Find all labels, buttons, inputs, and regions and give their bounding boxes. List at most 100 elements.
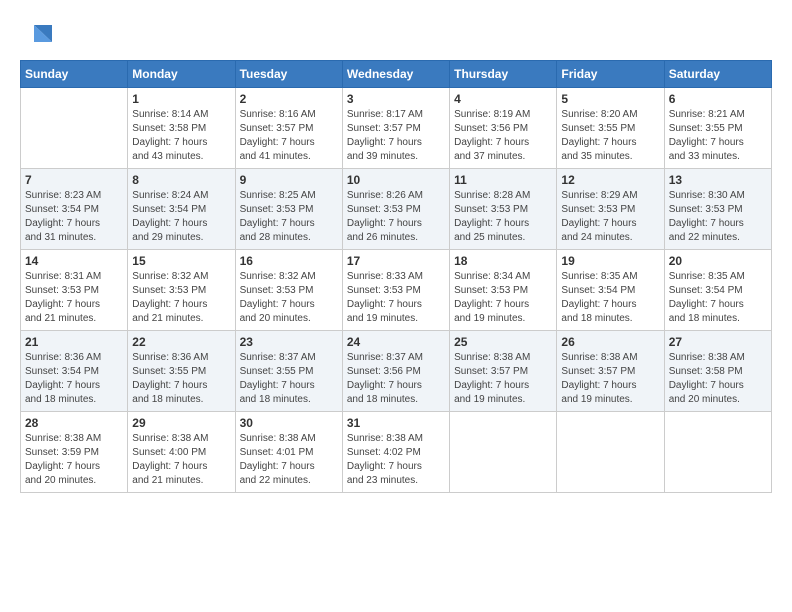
calendar-cell: 15 Sunrise: 8:32 AM Sunset: 3:53 PM Dayli… (128, 250, 235, 331)
calendar-cell: 6Sunrise: 8:21 AM Sunset: 3:55 PM Daylig… (664, 88, 771, 169)
calendar-cell (557, 412, 664, 493)
day-info: Sunrise: 8:26 AM Sunset: 3:53 PM Dayligh… (347, 189, 445, 245)
calendar-cell: 4Sunrise: 8:19 AM Sunset: 3:56 PM Daylig… (450, 88, 557, 169)
day-number: 21 (25, 335, 123, 349)
day-number: 12 (561, 173, 659, 187)
day-number: 18 (454, 254, 552, 268)
day-number: 29 (132, 416, 230, 430)
day-number: 13 (669, 173, 767, 187)
calendar-cell: 7 Sunrise: 8:23 AM Sunset: 3:54 PM Daylig… (21, 169, 128, 250)
day-info: Sunrise: 8:38 AM Sunset: 3:59 PM Dayligh… (25, 432, 123, 488)
day-number: 1 (132, 92, 230, 106)
day-header-wednesday: Wednesday (342, 61, 449, 88)
calendar-cell: 30Sunrise: 8:38 AM Sunset: 4:01 PM Dayli… (235, 412, 342, 493)
day-number: 26 (561, 335, 659, 349)
calendar-cell: 19Sunrise: 8:35 AM Sunset: 3:54 PM Dayli… (557, 250, 664, 331)
day-info: Sunrise: 8:29 AM Sunset: 3:53 PM Dayligh… (561, 189, 659, 245)
day-info: Sunrise: 8:32 AM Sunset: 3:53 PM Dayligh… (132, 270, 230, 326)
day-number: 10 (347, 173, 445, 187)
day-info: Sunrise: 8:38 AM Sunset: 3:57 PM Dayligh… (454, 351, 552, 407)
logo (20, 20, 54, 50)
calendar-cell (450, 412, 557, 493)
day-info: Sunrise: 8:33 AM Sunset: 3:53 PM Dayligh… (347, 270, 445, 326)
day-number: 22 (132, 335, 230, 349)
calendar-cell: 28 Sunrise: 8:38 AM Sunset: 3:59 PM Dayli… (21, 412, 128, 493)
day-info: Sunrise: 8:25 AM Sunset: 3:53 PM Dayligh… (240, 189, 338, 245)
day-number: 8 (132, 173, 230, 187)
day-info: Sunrise: 8:30 AM Sunset: 3:53 PM Dayligh… (669, 189, 767, 245)
day-header-friday: Friday (557, 61, 664, 88)
day-header-thursday: Thursday (450, 61, 557, 88)
calendar-cell: 31 Sunrise: 8:38 AM Sunset: 4:02 PM Dayli… (342, 412, 449, 493)
day-number: 19 (561, 254, 659, 268)
calendar-week-5: 28 Sunrise: 8:38 AM Sunset: 3:59 PM Dayli… (21, 412, 772, 493)
calendar-cell: 25 Sunrise: 8:38 AM Sunset: 3:57 PM Dayli… (450, 331, 557, 412)
day-info: Sunrise: 8:16 AM Sunset: 3:57 PM Dayligh… (240, 108, 338, 164)
day-info: Sunrise: 8:28 AM Sunset: 3:53 PM Dayligh… (454, 189, 552, 245)
day-number: 23 (240, 335, 338, 349)
calendar-cell: 8 Sunrise: 8:24 AM Sunset: 3:54 PM Daylig… (128, 169, 235, 250)
day-number: 4 (454, 92, 552, 106)
day-number: 5 (561, 92, 659, 106)
calendar-cell (21, 88, 128, 169)
logo-icon (24, 20, 54, 50)
calendar-cell: 27Sunrise: 8:38 AM Sunset: 3:58 PM Dayli… (664, 331, 771, 412)
calendar-cell: 23 Sunrise: 8:37 AM Sunset: 3:55 PM Dayli… (235, 331, 342, 412)
calendar-cell: 20Sunrise: 8:35 AM Sunset: 3:54 PM Dayli… (664, 250, 771, 331)
day-number: 28 (25, 416, 123, 430)
day-number: 2 (240, 92, 338, 106)
day-number: 7 (25, 173, 123, 187)
calendar-cell: 29 Sunrise: 8:38 AM Sunset: 4:00 PM Dayli… (128, 412, 235, 493)
day-header-tuesday: Tuesday (235, 61, 342, 88)
day-info: Sunrise: 8:38 AM Sunset: 3:57 PM Dayligh… (561, 351, 659, 407)
calendar-cell: 22 Sunrise: 8:36 AM Sunset: 3:55 PM Dayli… (128, 331, 235, 412)
day-number: 31 (347, 416, 445, 430)
calendar-cell: 16 Sunrise: 8:32 AM Sunset: 3:53 PM Dayli… (235, 250, 342, 331)
day-info: Sunrise: 8:20 AM Sunset: 3:55 PM Dayligh… (561, 108, 659, 164)
day-info: Sunrise: 8:23 AM Sunset: 3:54 PM Dayligh… (25, 189, 123, 245)
calendar-cell: 24Sunrise: 8:37 AM Sunset: 3:56 PM Dayli… (342, 331, 449, 412)
calendar-cell: 18 Sunrise: 8:34 AM Sunset: 3:53 PM Dayli… (450, 250, 557, 331)
day-info: Sunrise: 8:34 AM Sunset: 3:53 PM Dayligh… (454, 270, 552, 326)
calendar-cell: 12 Sunrise: 8:29 AM Sunset: 3:53 PM Dayli… (557, 169, 664, 250)
day-number: 24 (347, 335, 445, 349)
day-header-monday: Monday (128, 61, 235, 88)
day-number: 17 (347, 254, 445, 268)
day-number: 11 (454, 173, 552, 187)
day-number: 14 (25, 254, 123, 268)
calendar-cell (664, 412, 771, 493)
calendar-week-4: 21 Sunrise: 8:36 AM Sunset: 3:54 PM Dayli… (21, 331, 772, 412)
day-info: Sunrise: 8:17 AM Sunset: 3:57 PM Dayligh… (347, 108, 445, 164)
calendar-cell: 21 Sunrise: 8:36 AM Sunset: 3:54 PM Dayli… (21, 331, 128, 412)
day-info: Sunrise: 8:38 AM Sunset: 4:02 PM Dayligh… (347, 432, 445, 488)
day-info: Sunrise: 8:36 AM Sunset: 3:54 PM Dayligh… (25, 351, 123, 407)
day-header-sunday: Sunday (21, 61, 128, 88)
calendar-table: SundayMondayTuesdayWednesdayThursdayFrid… (20, 60, 772, 493)
day-info: Sunrise: 8:38 AM Sunset: 4:00 PM Dayligh… (132, 432, 230, 488)
calendar-week-2: 7 Sunrise: 8:23 AM Sunset: 3:54 PM Daylig… (21, 169, 772, 250)
calendar-cell: 17 Sunrise: 8:33 AM Sunset: 3:53 PM Dayli… (342, 250, 449, 331)
day-number: 9 (240, 173, 338, 187)
day-info: Sunrise: 8:31 AM Sunset: 3:53 PM Dayligh… (25, 270, 123, 326)
day-info: Sunrise: 8:24 AM Sunset: 3:54 PM Dayligh… (132, 189, 230, 245)
day-number: 16 (240, 254, 338, 268)
day-info: Sunrise: 8:32 AM Sunset: 3:53 PM Dayligh… (240, 270, 338, 326)
day-number: 30 (240, 416, 338, 430)
page-header (20, 20, 772, 50)
calendar-cell: 13 Sunrise: 8:30 AM Sunset: 3:53 PM Dayli… (664, 169, 771, 250)
day-number: 3 (347, 92, 445, 106)
calendar-week-3: 14 Sunrise: 8:31 AM Sunset: 3:53 PM Dayli… (21, 250, 772, 331)
day-info: Sunrise: 8:14 AM Sunset: 3:58 PM Dayligh… (132, 108, 230, 164)
day-info: Sunrise: 8:36 AM Sunset: 3:55 PM Dayligh… (132, 351, 230, 407)
day-number: 27 (669, 335, 767, 349)
calendar-week-1: 1 Sunrise: 8:14 AM Sunset: 3:58 PM Daylig… (21, 88, 772, 169)
day-number: 25 (454, 335, 552, 349)
calendar-cell: 3 Sunrise: 8:17 AM Sunset: 3:57 PM Daylig… (342, 88, 449, 169)
day-info: Sunrise: 8:21 AM Sunset: 3:55 PM Dayligh… (669, 108, 767, 164)
day-number: 20 (669, 254, 767, 268)
day-number: 15 (132, 254, 230, 268)
day-info: Sunrise: 8:37 AM Sunset: 3:55 PM Dayligh… (240, 351, 338, 407)
calendar-cell: 5 Sunrise: 8:20 AM Sunset: 3:55 PM Daylig… (557, 88, 664, 169)
day-header-saturday: Saturday (664, 61, 771, 88)
calendar-cell: 9 Sunrise: 8:25 AM Sunset: 3:53 PM Daylig… (235, 169, 342, 250)
